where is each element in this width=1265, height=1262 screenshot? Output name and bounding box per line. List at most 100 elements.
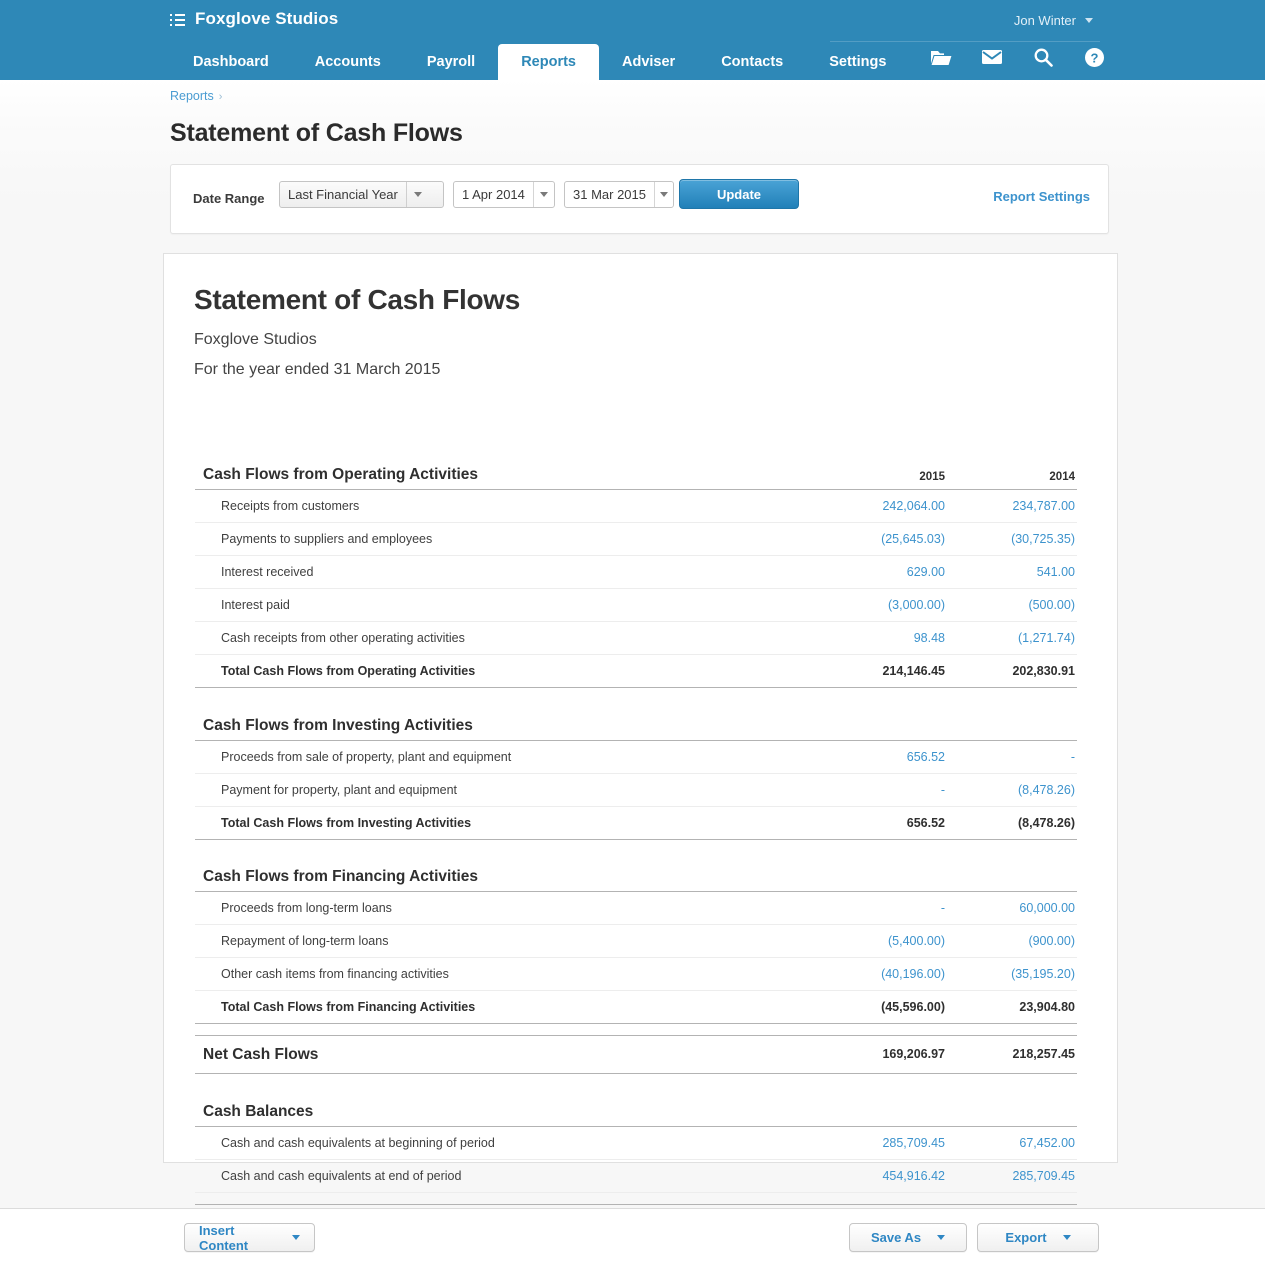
table-row[interactable]: Cash and cash equivalents at end of peri… [195,1159,1077,1193]
total-value-2015: (45,596.00) [817,990,947,1024]
row-value-2014[interactable]: 67,452.00 [947,1126,1077,1160]
app-header: Foxglove Studios Jon Winter Dashboard Ac… [0,0,1265,80]
chevron-down-icon [937,1235,946,1240]
date-to-value: 31 Mar 2015 [573,187,646,202]
row-value-2015[interactable]: 454,916.42 [817,1159,947,1193]
section-header-operating: Cash Flows from Operating Activities 201… [195,459,1077,490]
brand-label: Foxglove Studios [195,9,339,28]
total-label: Total Cash Flows from Investing Activiti… [195,806,817,840]
row-label: Payment for property, plant and equipmen… [195,773,817,807]
row-label: Cash receipts from other operating activ… [195,621,817,655]
row-value-2015[interactable]: (40,196.00) [817,957,947,991]
folder-open-icon[interactable] [930,46,952,68]
nav-tab-settings[interactable]: Settings [806,44,909,80]
row-value-2014[interactable]: 285,709.45 [947,1159,1077,1193]
date-from-value: 1 Apr 2014 [462,187,525,202]
envelope-icon[interactable] [981,46,1003,68]
table-row[interactable]: Payments to suppliers and employees (25,… [195,522,1077,556]
total-value-2015: 214,146.45 [817,654,947,688]
table-row[interactable]: Interest paid (3,000.00) (500.00) [195,588,1077,622]
section-heading: Cash Flows from Investing Activities [195,709,817,741]
row-value-2015[interactable]: - [817,773,947,807]
date-from-select[interactable]: 1 Apr 2014 [453,181,555,208]
report-settings-link[interactable]: Report Settings [993,189,1090,204]
table-row[interactable]: Receipts from customers 242,064.00 234,7… [195,489,1077,523]
table-row[interactable]: Proceeds from long-term loans - 60,000.0… [195,891,1077,925]
report-title: Statement of Cash Flows [194,284,521,315]
report-card: Statement of Cash Flows Foxglove Studios… [163,253,1118,1248]
row-value-2014[interactable]: (500.00) [947,588,1077,622]
update-button[interactable]: Update [679,179,799,209]
chevron-down-icon [654,182,673,207]
section-header-financing: Cash Flows from Financing Activities [195,861,1077,892]
row-value-2014[interactable]: 234,787.00 [947,489,1077,523]
total-value-2014: 202,830.91 [947,654,1077,688]
row-label: Receipts from customers [195,489,817,523]
table-row[interactable]: Cash receipts from other operating activ… [195,621,1077,655]
date-range-select[interactable]: Last Financial Year [279,181,444,208]
row-value-2015[interactable]: - [817,891,947,925]
row-value-2014[interactable]: 60,000.00 [947,891,1077,925]
row-label: Cash and cash equivalents at beginning o… [195,1126,817,1160]
row-value-2015[interactable]: 629.00 [817,555,947,589]
total-value-2015: 656.52 [817,806,947,840]
row-label: Proceeds from sale of property, plant an… [195,740,817,774]
column-header-2015: 2015 [817,459,947,490]
breadcrumb-separator: › [218,91,223,103]
chevron-down-icon [405,182,430,207]
row-value-2015[interactable]: 285,709.45 [817,1126,947,1160]
nav-tab-adviser[interactable]: Adviser [599,44,698,80]
export-label: Export [1005,1230,1047,1245]
breadcrumb[interactable]: Reports › [170,89,222,103]
row-value-2015[interactable]: 98.48 [817,621,947,655]
section-heading: Cash Flows from Operating Activities [195,459,817,490]
section-header-investing: Cash Flows from Investing Activities [195,709,1077,741]
nav-tab-accounts[interactable]: Accounts [292,44,404,80]
row-value-2014[interactable]: (35,195.20) [947,957,1077,991]
brand[interactable]: Foxglove Studios [170,9,338,29]
table-row[interactable]: Proceeds from sale of property, plant an… [195,740,1077,774]
nav-tab-dashboard[interactable]: Dashboard [170,44,292,80]
row-value-2014[interactable]: 541.00 [947,555,1077,589]
export-button[interactable]: Export [977,1223,1099,1252]
table-row[interactable]: Payment for property, plant and equipmen… [195,773,1077,807]
help-icon[interactable]: ? [1083,46,1105,68]
table-row[interactable]: Interest received 629.00 541.00 [195,555,1077,589]
row-label: Repayment of long-term loans [195,924,817,958]
section-heading: Cash Balances [195,1095,817,1127]
user-name: Jon Winter [1013,13,1076,28]
row-value-2015[interactable]: (25,645.03) [817,522,947,556]
date-to-select[interactable]: 31 Mar 2015 [564,181,674,208]
section-spacer [195,1192,1077,1204]
save-as-button[interactable]: Save As [849,1223,967,1252]
row-value-2014[interactable]: (30,725.35) [947,522,1077,556]
total-label: Total Cash Flows from Operating Activiti… [195,654,817,688]
row-value-2014[interactable]: - [947,740,1077,774]
search-icon[interactable] [1032,46,1054,68]
row-value-2014[interactable]: (8,478.26) [947,773,1077,807]
user-menu[interactable]: Jon Winter [1014,13,1093,28]
section-heading: Cash Flows from Financing Activities [195,861,817,892]
column-header-2014: 2014 [947,459,1077,490]
nav-tab-reports[interactable]: Reports [498,44,599,80]
net-cash-flows-label: Net Cash Flows [195,1035,817,1074]
row-value-2015[interactable]: 656.52 [817,740,947,774]
breadcrumb-item-reports[interactable]: Reports [170,89,214,103]
list-menu-icon[interactable] [170,13,185,27]
nav-tab-contacts[interactable]: Contacts [698,44,806,80]
row-value-2015[interactable]: (3,000.00) [817,588,947,622]
table-row[interactable]: Other cash items from financing activiti… [195,957,1077,991]
chevron-down-icon [1062,1235,1071,1240]
insert-content-button[interactable]: Insert Content [184,1223,315,1253]
row-label: Interest paid [195,588,817,622]
svg-text:?: ? [1090,50,1098,65]
section-total-operating: Total Cash Flows from Operating Activiti… [195,654,1077,688]
nav-tab-payroll[interactable]: Payroll [404,44,498,80]
row-value-2015[interactable]: 242,064.00 [817,489,947,523]
row-value-2014[interactable]: (900.00) [947,924,1077,958]
row-value-2015[interactable]: (5,400.00) [817,924,947,958]
section-total-investing: Total Cash Flows from Investing Activiti… [195,806,1077,840]
table-row[interactable]: Repayment of long-term loans (5,400.00) … [195,924,1077,958]
row-value-2014[interactable]: (1,271.74) [947,621,1077,655]
table-row[interactable]: Cash and cash equivalents at beginning o… [195,1126,1077,1160]
